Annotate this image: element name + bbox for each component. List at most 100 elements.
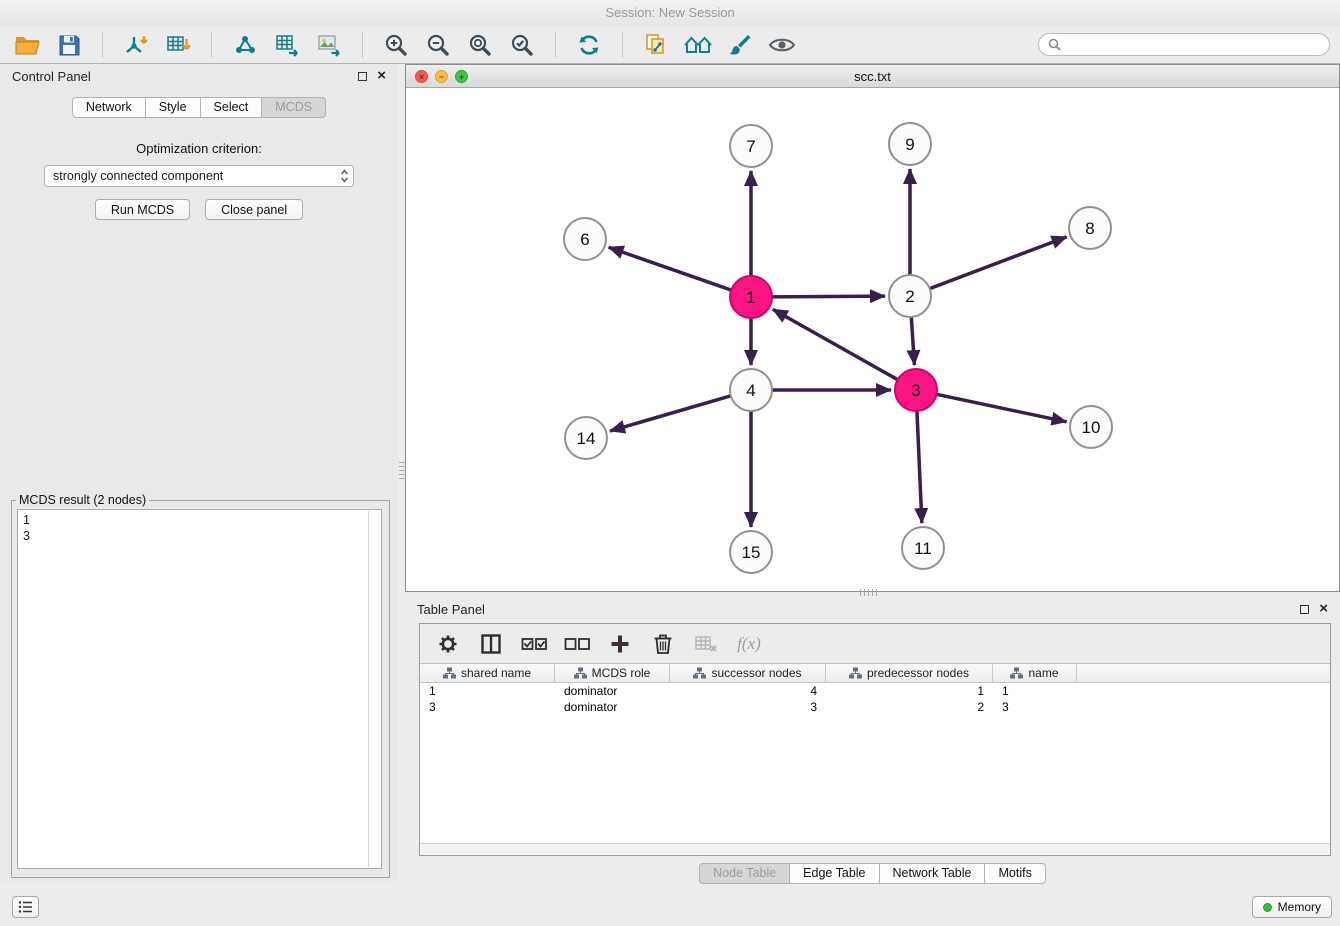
network-window-titlebar[interactable]: × − + scc.txt <box>406 65 1339 88</box>
paint-style-icon <box>727 32 753 58</box>
cell-successor-nodes: 3 <box>670 699 826 715</box>
zoom-in-icon <box>383 32 409 58</box>
save-session-button[interactable] <box>52 30 86 60</box>
export-table-button[interactable] <box>270 30 304 60</box>
edge-4-14[interactable] <box>610 396 731 431</box>
edge-1-6[interactable] <box>609 247 732 290</box>
node-label: 8 <box>1085 219 1094 238</box>
select-all-checkboxes-button[interactable] <box>520 630 548 658</box>
node-11[interactable]: 11 <box>902 527 944 569</box>
search-input[interactable] <box>1067 38 1320 52</box>
table-row[interactable]: 3dominator323 <box>420 699 1330 715</box>
close-panel-icon[interactable]: × <box>377 70 386 82</box>
node-1[interactable]: 1 <box>730 276 772 318</box>
toggle-column-display-button[interactable] <box>477 630 505 658</box>
column-header-name[interactable]: name <box>993 664 1077 682</box>
memory-button[interactable]: Memory <box>1252 896 1332 918</box>
node-3[interactable]: 3 <box>895 369 937 411</box>
cell-predecessor-nodes: 1 <box>826 683 993 699</box>
network-view-window[interactable]: × − + scc.txt 7 9 6 8 1 2 4 3 14 10 15 11 <box>405 64 1340 592</box>
column-header-predecessor-nodes[interactable]: predecessor nodes <box>826 664 993 682</box>
dropdown-stepper-icon <box>340 168 349 184</box>
optimization-criterion-label: Optimization criterion: <box>0 141 398 156</box>
close-panel-button[interactable]: Close panel <box>205 199 303 220</box>
splitter-grip-vertical[interactable] <box>399 462 406 480</box>
tab-motifs[interactable]: Motifs <box>985 863 1045 884</box>
import-table-button[interactable] <box>161 30 195 60</box>
node-4[interactable]: 4 <box>730 369 772 411</box>
mcds-result-group: MCDS result (2 nodes) 13 <box>11 493 390 878</box>
column-header-successor-nodes[interactable]: successor nodes <box>670 664 826 682</box>
minimize-window-icon[interactable]: − <box>435 70 448 83</box>
copy-view-button[interactable] <box>639 30 673 60</box>
zoom-window-icon[interactable]: + <box>455 70 468 83</box>
tab-network-table[interactable]: Network Table <box>880 863 986 884</box>
window-titlebar[interactable]: Session: New Session <box>0 0 1340 26</box>
optimization-criterion-dropdown[interactable]: strongly connected component <box>44 165 354 187</box>
edge-3-1[interactable] <box>773 309 898 379</box>
delete-columns-button[interactable] <box>649 630 677 658</box>
node-6[interactable]: 6 <box>564 218 606 260</box>
float-table-panel-icon[interactable] <box>1300 605 1309 614</box>
table-settings-icon <box>436 632 460 656</box>
table-horizontal-scrollbar[interactable] <box>420 843 1330 855</box>
tab-edge-table[interactable]: Edge Table <box>790 863 879 884</box>
mcds-result-list[interactable]: 13 <box>17 509 382 869</box>
search-icon <box>1048 38 1061 51</box>
create-column-button[interactable] <box>606 630 634 658</box>
edge-1-2[interactable] <box>772 296 885 297</box>
open-file-button[interactable] <box>10 30 44 60</box>
zoom-in-button[interactable] <box>379 30 413 60</box>
node-14[interactable]: 14 <box>565 417 607 459</box>
node-label: 1 <box>746 288 755 307</box>
tab-style[interactable]: Style <box>146 97 201 118</box>
edge-2-3[interactable] <box>911 317 914 365</box>
zoom-out-button[interactable] <box>421 30 455 60</box>
tab-select[interactable]: Select <box>201 97 263 118</box>
float-panel-icon[interactable] <box>358 72 367 81</box>
node-label: 3 <box>911 381 920 400</box>
copy-view-icon <box>643 32 669 58</box>
paint-style-button[interactable] <box>723 30 757 60</box>
mcds-result-item[interactable]: 3 <box>23 528 376 544</box>
export-image-button[interactable] <box>312 30 346 60</box>
import-network-icon <box>123 32 149 58</box>
search-box[interactable] <box>1038 33 1330 56</box>
close-table-panel-icon[interactable]: × <box>1319 603 1328 615</box>
mcds-result-item[interactable]: 1 <box>23 512 376 528</box>
node-7[interactable]: 7 <box>730 125 772 167</box>
network-overview-button[interactable] <box>681 30 715 60</box>
apply-layout-button[interactable] <box>572 30 606 60</box>
column-header-shared-name[interactable]: shared name <box>420 664 555 682</box>
create-column-icon <box>609 633 631 655</box>
table-row[interactable]: 1dominator411 <box>420 683 1330 699</box>
zoom-fit-button[interactable] <box>463 30 497 60</box>
splitter-grip-horizontal[interactable] <box>860 589 878 596</box>
network-canvas[interactable]: 7 9 6 8 1 2 4 3 14 10 15 11 <box>406 88 1339 591</box>
zoom-selected-button[interactable] <box>505 30 539 60</box>
node-2[interactable]: 2 <box>889 275 931 317</box>
table-settings-button[interactable] <box>434 630 462 658</box>
status-bar: Memory <box>0 888 1340 926</box>
node-label: 14 <box>577 429 596 448</box>
tab-network[interactable]: Network <box>72 97 146 118</box>
edge-3-11[interactable] <box>917 411 922 523</box>
edge-2-8[interactable] <box>930 237 1067 289</box>
toggle-graphics-details-button[interactable] <box>765 30 799 60</box>
node-8[interactable]: 8 <box>1069 207 1111 249</box>
zoom-fit-icon <box>467 32 493 58</box>
close-window-icon[interactable]: × <box>415 70 428 83</box>
edge-3-10[interactable] <box>937 394 1067 421</box>
panel-menu-button[interactable] <box>12 896 39 918</box>
new-network-button[interactable] <box>228 30 262 60</box>
column-edit-icon <box>1010 667 1023 679</box>
run-mcds-button[interactable]: Run MCDS <box>95 199 190 220</box>
node-15[interactable]: 15 <box>730 531 772 573</box>
deselect-all-checkboxes-button[interactable] <box>563 630 591 658</box>
import-network-button[interactable] <box>119 30 153 60</box>
tab-mcds[interactable]: MCDS <box>262 97 326 118</box>
tab-node-table[interactable]: Node Table <box>699 863 790 884</box>
node-9[interactable]: 9 <box>889 123 931 165</box>
node-10[interactable]: 10 <box>1070 406 1112 448</box>
column-header-MCDS-role[interactable]: MCDS role <box>555 664 670 682</box>
